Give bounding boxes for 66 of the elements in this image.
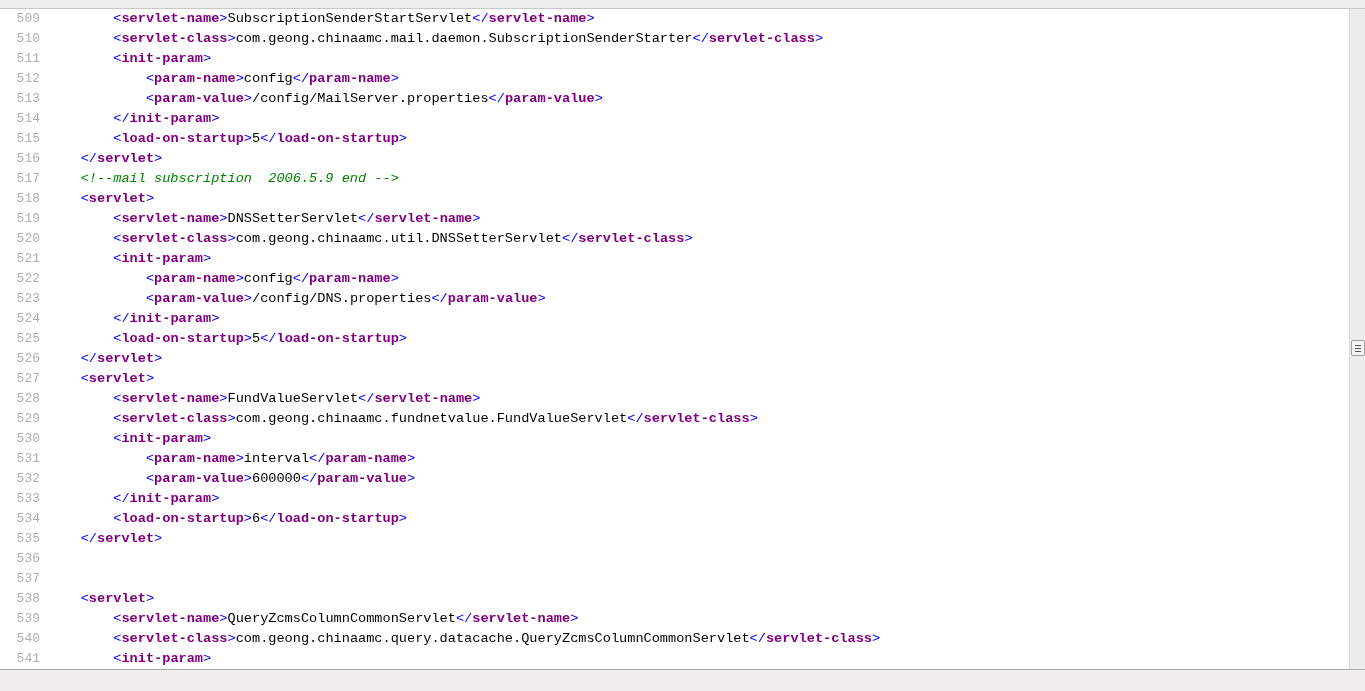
code-line: <servlet-name>DNSSetterServlet</servlet-name>: [113, 210, 481, 228]
line-number: 534: [15, 510, 40, 529]
line-number: 510: [15, 30, 40, 49]
line-number: 537: [15, 570, 40, 589]
code-line: <init-param>: [113, 650, 212, 668]
code-line: <servlet>: [80, 590, 155, 608]
line-number: 520: [15, 230, 40, 249]
code-line: <init-param>: [113, 50, 212, 68]
line-number: 532: [15, 470, 40, 489]
code-line: <servlet-name>FundValueServlet</servlet-name>: [113, 390, 481, 408]
line-number: 540: [15, 630, 40, 649]
code-line: </servlet>: [80, 530, 163, 548]
line-number: 528: [15, 390, 40, 409]
line-number: 527: [15, 370, 40, 389]
code-line: <servlet-class>com.geong.chinaamc.fundnetvalue.FundValueServlet</servlet-class>: [113, 410, 758, 428]
code-line: <init-param>: [113, 250, 212, 268]
line-number: 525: [15, 330, 40, 349]
scrollbar-thumb[interactable]: [1351, 340, 1365, 356]
code-line: <servlet>: [80, 370, 155, 388]
code-line: <servlet-class>com.geong.chinaamc.query.datacache.QueryZcmsColumnCommonServlet</servlet-class>: [113, 630, 881, 648]
line-number: 541: [15, 650, 40, 669]
line-number: 511: [15, 50, 40, 69]
code-line: </init-param>: [113, 490, 220, 508]
code-comment: <!--mail subscription 2006.5.9 end -->: [80, 170, 399, 188]
line-number: 531: [15, 450, 40, 469]
line-number: 523: [15, 290, 40, 309]
line-number: 521: [15, 250, 40, 269]
line-number: 526: [15, 350, 40, 369]
code-line: <init-param>: [113, 430, 212, 448]
code-line: <param-value>/config/DNS.properties</param-value>: [145, 290, 546, 308]
line-number: 509: [15, 10, 40, 29]
code-line: <load-on-startup>5</load-on-startup>: [113, 330, 408, 348]
code-line: <load-on-startup>5</load-on-startup>: [113, 130, 408, 148]
code-line: <servlet-class>com.geong.chinaamc.util.DNSSetterServlet</servlet-class>: [113, 230, 693, 248]
code-line: <param-value>600000</param-value>: [145, 470, 416, 488]
code-line: <servlet>: [80, 190, 155, 208]
line-number: 536: [15, 550, 40, 569]
line-number: 524: [15, 310, 40, 329]
line-number: 515: [15, 130, 40, 149]
line-number: 538: [15, 590, 40, 609]
code-line: <param-name>config</param-name>: [145, 270, 399, 288]
code-line: <load-on-startup>6</load-on-startup>: [113, 510, 408, 528]
code-line: </servlet>: [80, 350, 163, 368]
code-line: <param-value>/config/MailServer.properties</param-value>: [145, 90, 603, 108]
line-number: 535: [15, 530, 40, 549]
code-line: </servlet>: [80, 150, 163, 168]
vertical-scrollbar[interactable]: [1349, 9, 1365, 669]
line-number: 516: [15, 150, 40, 169]
code-line: </init-param>: [113, 110, 220, 128]
line-number: 530: [15, 430, 40, 449]
line-number: 512: [15, 70, 40, 89]
line-number: 533: [15, 490, 40, 509]
line-number: 529: [15, 410, 40, 429]
code-line: <param-name>interval</param-name>: [145, 450, 416, 468]
code-line: <servlet-name>QueryZcmsColumnCommonServlet</servlet-name>: [113, 610, 579, 628]
line-number: 517: [15, 170, 40, 189]
line-number: 513: [15, 90, 40, 109]
line-number: 519: [15, 210, 40, 229]
code-line: <servlet-name>SubscriptionSenderStartServlet</servlet-name>: [113, 10, 595, 28]
line-number: 539: [15, 610, 40, 629]
line-number: 514: [15, 110, 40, 129]
code-line: <param-name>config</param-name>: [145, 70, 399, 88]
line-number: 522: [15, 270, 40, 289]
line-number: 518: [15, 190, 40, 209]
code-line: <servlet-class>com.geong.chinaamc.mail.daemon.SubscriptionSenderStarter</servlet-class>: [113, 30, 824, 48]
code-line: </init-param>: [113, 310, 220, 328]
